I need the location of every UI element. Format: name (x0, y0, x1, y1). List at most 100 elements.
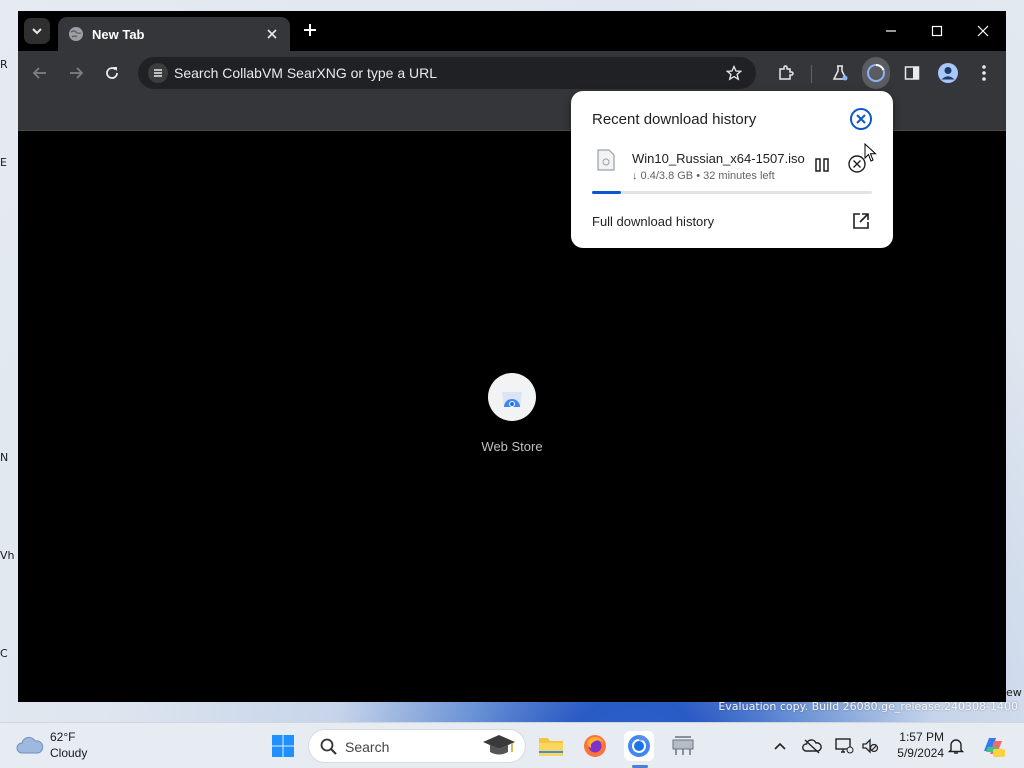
tab-new-tab[interactable]: New Tab (58, 17, 290, 51)
windows-logo-icon (272, 735, 294, 757)
omnibox-placeholder[interactable]: Search CollabVM SearXNG or type a URL (174, 65, 722, 81)
weather-temperature: 62°F (50, 730, 76, 744)
shortcut-web-store[interactable] (488, 373, 536, 421)
bookmark-star-button[interactable] (722, 61, 746, 85)
clock-date[interactable]: 5/9/2024 (884, 746, 944, 760)
cloud-icon (16, 736, 44, 754)
tab-close-button[interactable] (264, 26, 280, 43)
close-window-button[interactable] (960, 17, 1006, 45)
weather-condition: Cloudy (50, 746, 88, 760)
chevron-down-icon (32, 28, 42, 35)
folder-icon (539, 738, 563, 756)
minimize-icon (886, 30, 896, 32)
side-panel-button[interactable] (900, 61, 924, 85)
network-icon (835, 738, 854, 754)
chevron-up-icon (774, 742, 786, 750)
show-hidden-icons-button[interactable] (770, 736, 790, 756)
close-icon (267, 28, 277, 39)
notifications-button[interactable] (946, 736, 966, 756)
download-progress-bar (592, 191, 872, 194)
labs-button[interactable] (828, 61, 852, 85)
taskbar: 62°F Cloudy Search 1:57 PM 5/9/2024 (0, 722, 1024, 768)
new-tab-button[interactable] (298, 19, 322, 43)
close-icon (977, 25, 989, 37)
desktop-icon-label: N (0, 451, 9, 464)
chrome-icon (628, 735, 650, 757)
shortcut-label[interactable]: Web Store (452, 439, 572, 454)
taskbar-app-tool[interactable] (668, 731, 698, 761)
side-panel-icon (904, 66, 920, 80)
more-vertical-icon (982, 65, 986, 81)
web-store-icon (502, 392, 522, 407)
maximize-button[interactable] (914, 17, 960, 45)
network-tray-button[interactable] (834, 736, 854, 756)
tab-title: New Tab (92, 26, 145, 42)
puzzle-icon (779, 65, 794, 80)
taskbar-search-label: Search (345, 739, 390, 755)
download-item[interactable]: Win10_Russian_x64-1507.iso ↓ 0.4/3.8 GB … (571, 141, 893, 191)
download-filename: Win10_Russian_x64-1507.iso (632, 151, 805, 166)
omnibox[interactable]: Search CollabVM SearXNG or type a URL (138, 57, 756, 89)
network-tool-icon (672, 736, 694, 755)
globe-icon (69, 27, 83, 41)
profile-button[interactable] (936, 61, 960, 85)
tab-search-button[interactable] (24, 18, 50, 44)
full-download-history-link[interactable]: Full download history (571, 203, 893, 239)
graduation-cap-icon (483, 735, 515, 755)
open-in-new-icon (853, 213, 869, 229)
maximize-icon (931, 25, 943, 37)
desktop-icon-label: Vh (0, 549, 15, 562)
watermark-overflow-text: ew (1006, 686, 1022, 699)
download-progress-fill (592, 191, 622, 194)
download-bubble-close-button[interactable] (849, 107, 873, 131)
toolbar-separator (811, 65, 812, 83)
mouse-cursor-icon (864, 143, 877, 162)
arrow-left-icon (32, 67, 46, 79)
tab-strip: New Tab (18, 11, 1006, 51)
pause-icon (815, 158, 829, 172)
weather-widget[interactable]: 62°F Cloudy (16, 730, 106, 762)
cloud-offline-icon (802, 739, 822, 754)
clock-time[interactable]: 1:57 PM (888, 730, 944, 744)
close-circle-icon (850, 108, 872, 130)
site-info-icon[interactable] (148, 63, 168, 83)
downloads-button[interactable] (862, 57, 890, 89)
taskbar-file-explorer[interactable] (536, 731, 566, 761)
reload-icon (106, 67, 118, 79)
desktop-icon-label: R (0, 58, 8, 71)
volume-tray-button[interactable] (860, 736, 880, 756)
copilot-icon (984, 738, 1005, 757)
speaker-muted-icon (862, 738, 879, 754)
desktop-icon-label: E (0, 156, 7, 169)
copilot-button[interactable] (980, 733, 1006, 759)
file-icon (597, 149, 615, 171)
download-status: ↓ 0.4/3.8 GB • 32 minutes left (632, 170, 775, 182)
plus-icon (304, 24, 316, 36)
browser-toolbar: Search CollabVM SearXNG or type a URL (18, 51, 1006, 95)
download-progress-icon (867, 63, 885, 82)
forward-button[interactable] (64, 61, 88, 85)
taskbar-chrome[interactable] (624, 731, 654, 761)
avatar-icon (938, 63, 958, 83)
download-bubble-title: Recent download history (592, 111, 757, 128)
site-info-icon (154, 69, 162, 77)
taskbar-search-box[interactable]: Search (308, 729, 526, 763)
bell-icon (948, 739, 964, 754)
pause-download-button[interactable] (812, 155, 832, 175)
back-button[interactable] (28, 61, 52, 85)
taskbar-firefox[interactable] (580, 731, 610, 761)
arrow-right-icon (70, 67, 84, 79)
star-icon (726, 65, 742, 81)
reload-button[interactable] (100, 61, 124, 85)
start-button[interactable] (268, 731, 298, 761)
desktop-icon-label: C (0, 647, 8, 660)
onedrive-tray-button[interactable] (802, 736, 822, 756)
full-download-history-label: Full download history (592, 214, 715, 229)
menu-button[interactable] (972, 61, 996, 85)
extensions-button[interactable] (774, 61, 798, 85)
minimize-button[interactable] (868, 17, 914, 45)
flask-icon (832, 65, 848, 81)
search-icon (320, 738, 337, 755)
download-bubble: Recent download history Win10_Russian_x6… (571, 91, 893, 248)
firefox-icon (584, 735, 606, 757)
